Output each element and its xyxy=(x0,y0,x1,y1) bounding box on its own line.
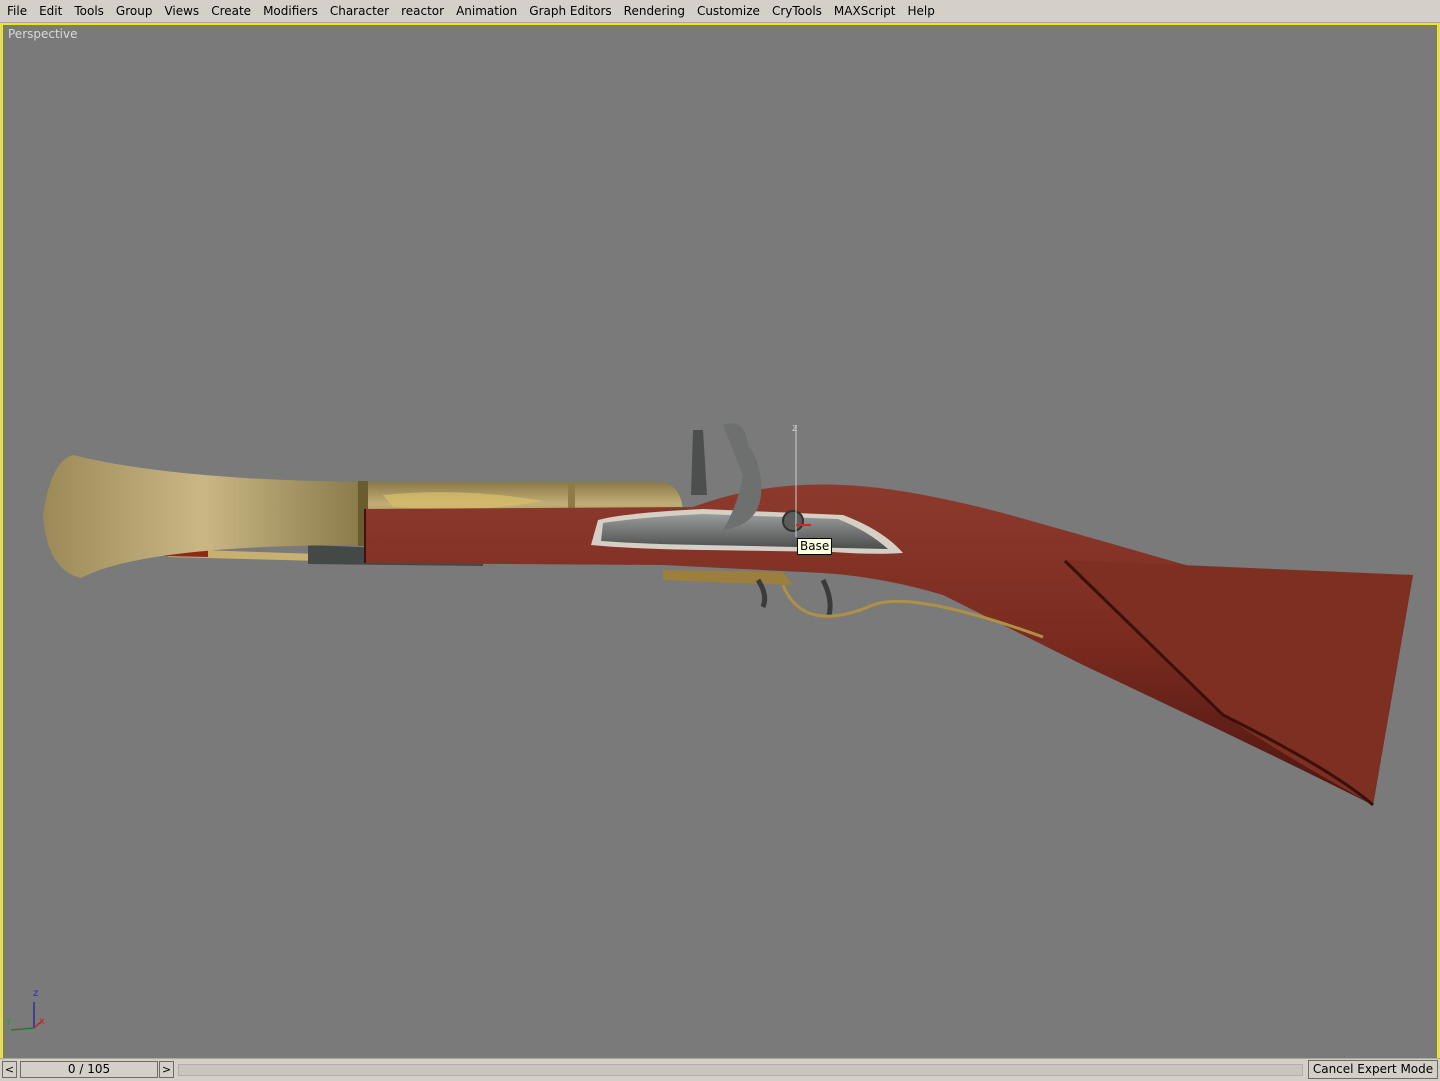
menu-graph-editors[interactable]: Graph Editors xyxy=(523,1,617,21)
axis-y-label: y xyxy=(6,1015,12,1026)
pivot-tooltip: Base xyxy=(797,538,833,555)
menu-animation[interactable]: Animation xyxy=(450,1,523,21)
menu-modifiers[interactable]: Modifiers xyxy=(257,1,324,21)
menu-file[interactable]: File xyxy=(0,1,33,21)
menu-create[interactable]: Create xyxy=(205,1,257,21)
menu-rendering[interactable]: Rendering xyxy=(618,1,691,21)
prev-frame-button[interactable]: < xyxy=(2,1061,17,1078)
menu-tools[interactable]: Tools xyxy=(68,1,110,21)
next-frame-button[interactable]: > xyxy=(159,1061,174,1078)
time-slider-bar: < 0 / 105 > Cancel Expert Mode xyxy=(0,1058,1440,1081)
menu-group[interactable]: Group xyxy=(110,1,159,21)
axis-tripod-icon xyxy=(10,1002,44,1031)
axis-x-label: x xyxy=(39,1016,45,1027)
menu-character[interactable]: Character xyxy=(324,1,395,21)
time-slider[interactable]: 0 / 105 xyxy=(20,1061,158,1078)
gizmo-z-label: z xyxy=(792,423,798,434)
menu-reactor[interactable]: reactor xyxy=(395,1,450,21)
menu-customize[interactable]: Customize xyxy=(691,1,766,21)
menu-help[interactable]: Help xyxy=(902,1,941,21)
menu-views[interactable]: Views xyxy=(158,1,205,21)
blunderbuss-model[interactable] xyxy=(3,25,1437,1058)
menu-edit[interactable]: Edit xyxy=(33,1,68,21)
menu-bar: File Edit Tools Group Views Create Modif… xyxy=(0,0,1440,23)
cancel-expert-mode-button[interactable]: Cancel Expert Mode xyxy=(1308,1060,1438,1079)
menu-crytools[interactable]: CryTools xyxy=(766,1,828,21)
perspective-viewport[interactable]: Perspective z Base z y x xyxy=(1,23,1439,1060)
wood-stock xyxy=(364,484,1413,807)
menu-maxscript[interactable]: MAXScript xyxy=(828,1,902,21)
timeline-track[interactable] xyxy=(178,1064,1303,1076)
axis-z-label: z xyxy=(33,988,39,999)
